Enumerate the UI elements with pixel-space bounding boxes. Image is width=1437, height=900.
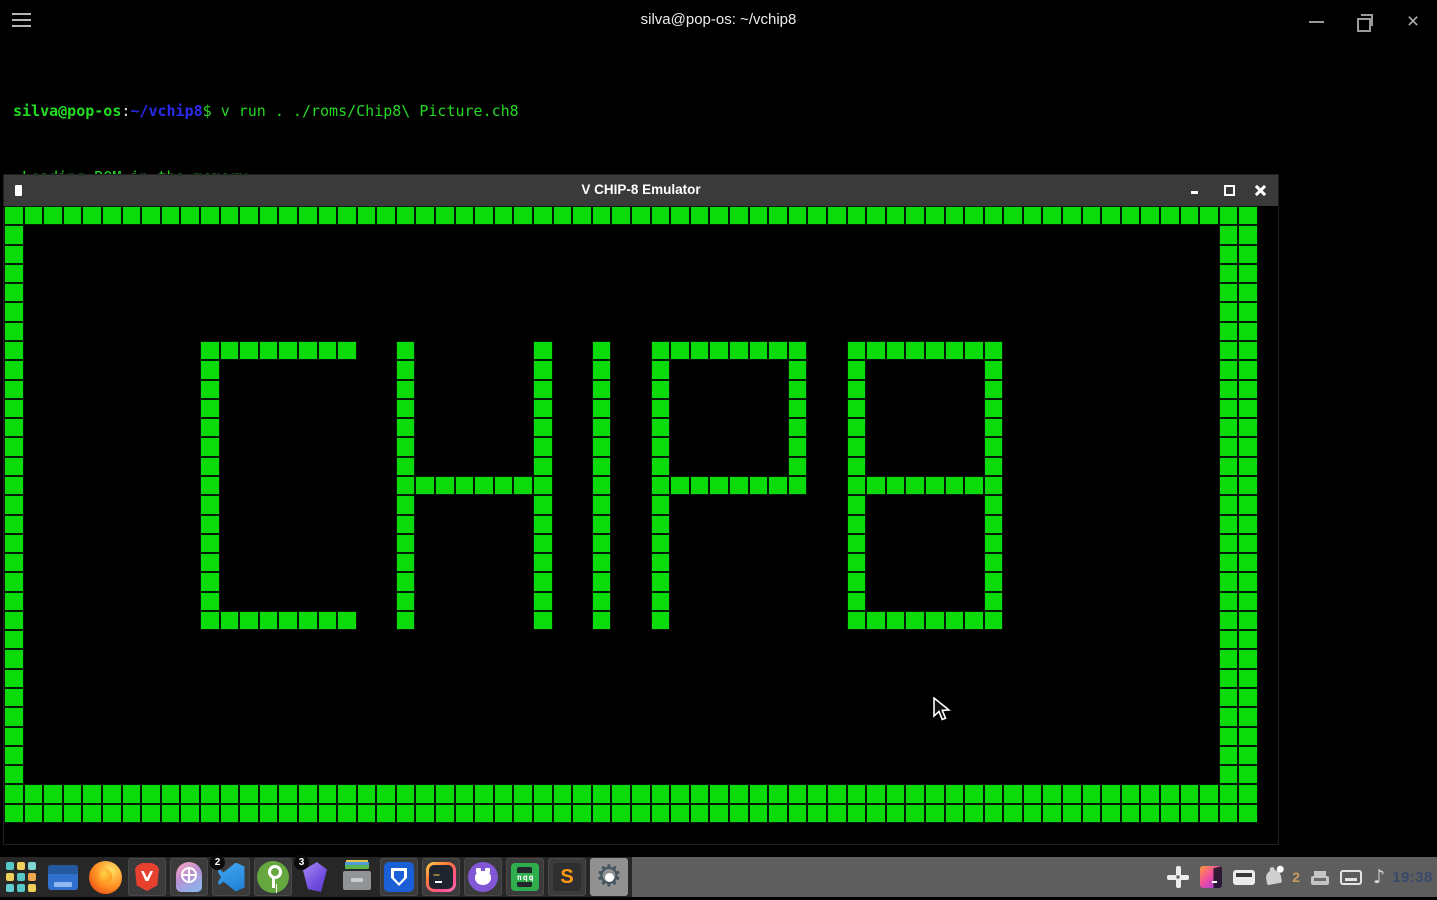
github-desktop-artwork [468, 862, 498, 892]
files-icon[interactable] [44, 858, 82, 896]
firefox-icon[interactable] [86, 858, 124, 896]
slack-icon[interactable] [1167, 866, 1189, 888]
app-grid-artwork [6, 862, 36, 892]
sublime-text-artwork: S [553, 863, 581, 891]
taskbar-launchers: 2 3 nqq S [0, 857, 632, 897]
files-artwork [48, 865, 78, 890]
minimize-icon[interactable] [1305, 10, 1329, 34]
active-task-strip[interactable]: 2♪ 19:38 [632, 857, 1437, 897]
prompt-path: ~/vchip8 [130, 102, 202, 120]
emulator-titlebar[interactable]: V CHIP-8 Emulator [4, 175, 1278, 206]
keepassxc-icon[interactable] [254, 858, 292, 896]
notepadqq-icon[interactable]: nqq [506, 858, 544, 896]
archive-manager-icon[interactable] [338, 858, 376, 896]
chip8-emulator-gear-artwork [593, 861, 625, 893]
github-desktop-icon[interactable] [464, 858, 502, 896]
keepassxc-artwork [257, 861, 289, 893]
badge-count: 3 [294, 855, 309, 870]
notification-count-icon[interactable]: 2 [1292, 869, 1300, 885]
firefox-artwork [89, 861, 122, 894]
chip8-display [4, 206, 1258, 823]
tabby-terminal-icon[interactable] [422, 858, 460, 896]
keyboard-layout-icon[interactable] [1340, 870, 1362, 885]
restore-icon[interactable] [1353, 10, 1377, 34]
terminal-window-titlebar[interactable]: silva@pop-os: ~/vchip8 × [0, 0, 1437, 44]
ghost-browser-artwork [176, 862, 202, 892]
app-cube-icon[interactable] [1200, 866, 1222, 888]
music-note-icon[interactable]: ♪ [1373, 867, 1385, 887]
bitwarden-icon[interactable] [380, 858, 418, 896]
ghost-browser-icon[interactable] [170, 858, 208, 896]
prompt-user: silva@pop-os [13, 102, 121, 120]
notepadqq-artwork: nqq [511, 863, 539, 891]
emulator-close-icon[interactable] [1252, 181, 1270, 199]
system-tray: 2♪ [1167, 866, 1390, 888]
sublime-text-icon[interactable]: S [548, 858, 586, 896]
tabby-terminal-artwork [426, 862, 456, 892]
badge-count: 2 [210, 855, 225, 870]
terminal-window-title: silva@pop-os: ~/vchip8 [0, 11, 1437, 28]
emulator-title: V CHIP-8 Emulator [4, 182, 1278, 197]
app-grid-icon[interactable] [2, 858, 40, 896]
chip8-emulator-window: V CHIP-8 Emulator [3, 174, 1279, 845]
emulator-maximize-icon[interactable] [1220, 181, 1238, 199]
emulator-minimize-icon[interactable] [1186, 181, 1204, 199]
obsidian-icon[interactable]: 3 [296, 858, 334, 896]
taskbar: 23nqqS 2♪ 19:38 [0, 857, 1437, 897]
notifications-bell-icon[interactable] [1265, 869, 1282, 885]
brave-icon[interactable] [128, 858, 166, 896]
prompt-symbol: $ [203, 102, 212, 120]
archive-manager-artwork [343, 871, 371, 890]
command-text: v run . ./roms/Chip8\ Picture.ch8 [221, 102, 519, 120]
chip8-emulator-gear-icon[interactable] [590, 858, 628, 896]
keyboard-icon[interactable] [1233, 870, 1255, 885]
taskbar-clock[interactable]: 19:38 [1390, 869, 1437, 886]
printer-icon[interactable] [1311, 876, 1329, 885]
prompt-line: silva@pop-os:~/vchip8$v run . ./roms/Chi… [13, 100, 519, 122]
bitwarden-artwork [384, 862, 414, 892]
vscode-icon[interactable]: 2 [212, 858, 250, 896]
close-icon[interactable]: × [1401, 10, 1425, 34]
brave-artwork [135, 863, 159, 891]
